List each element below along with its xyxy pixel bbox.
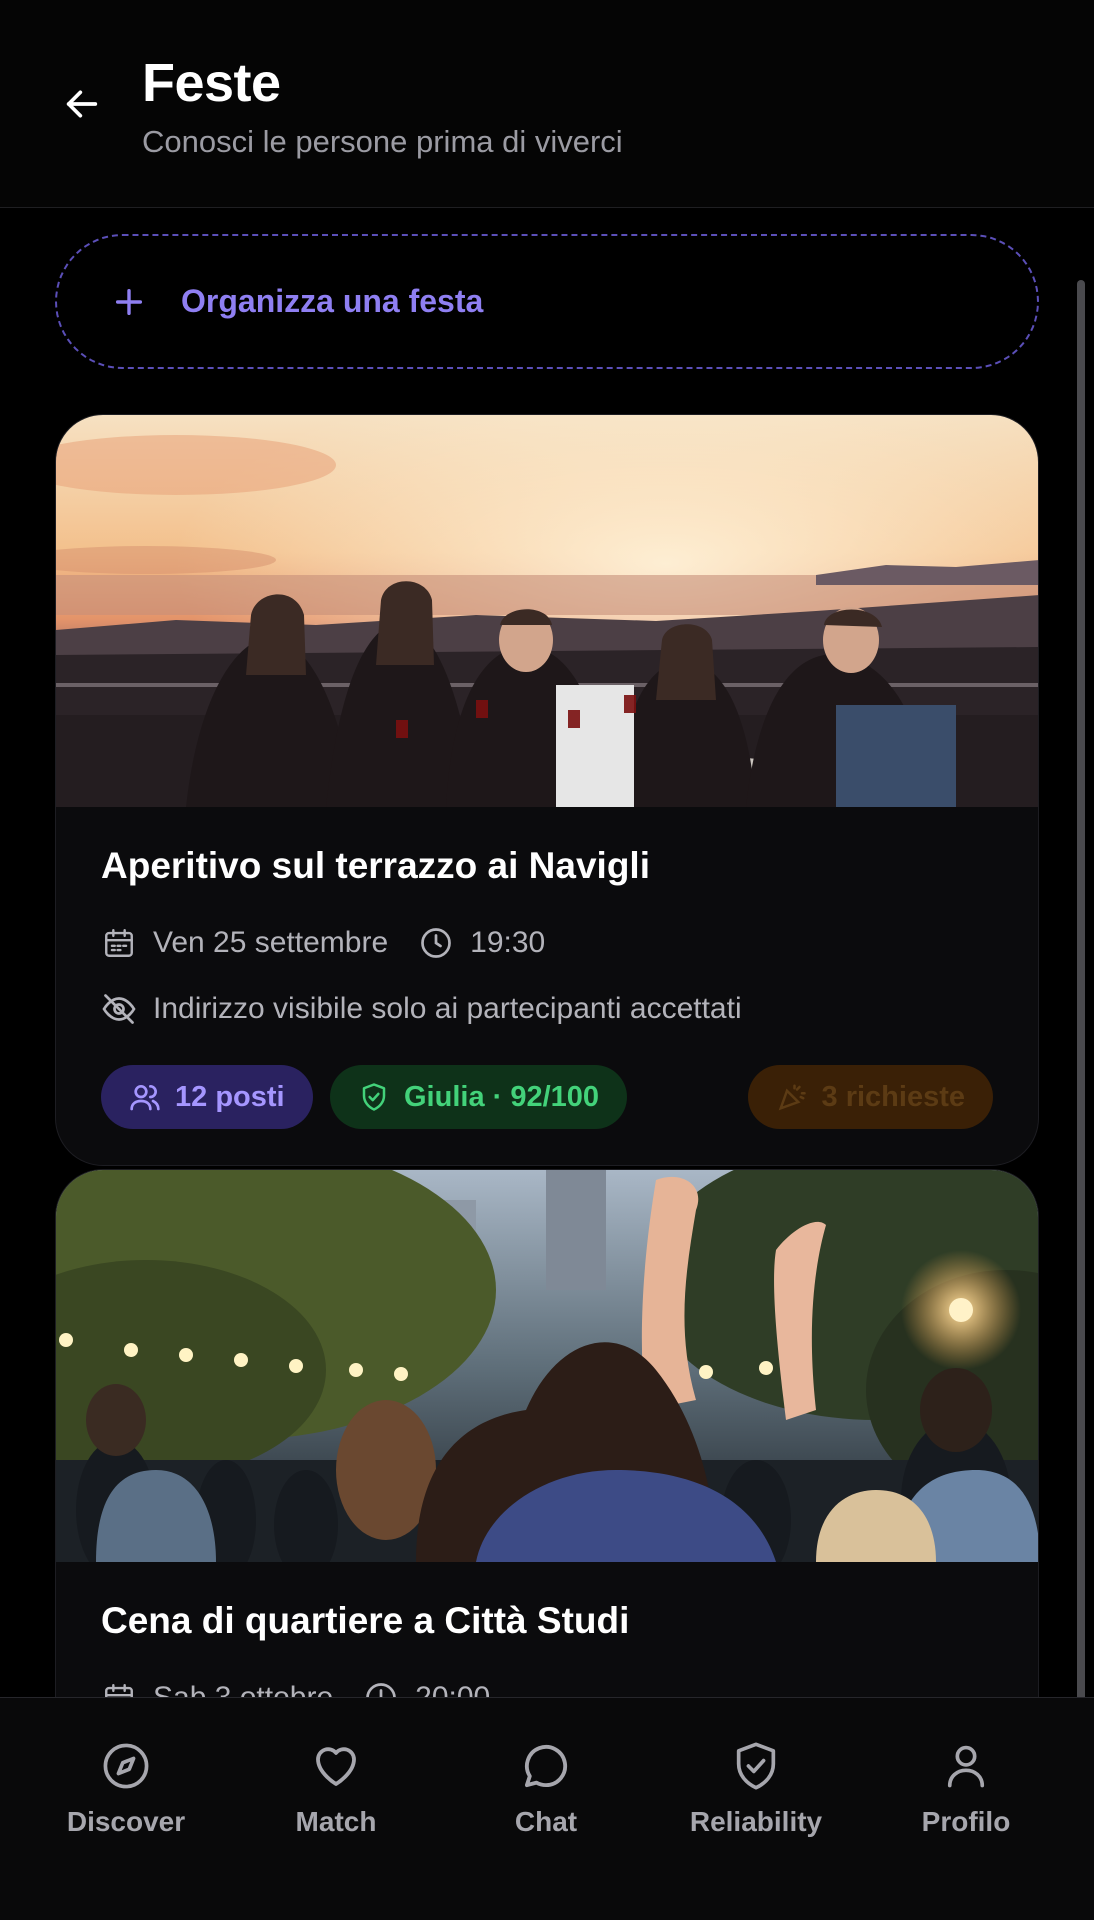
scrollbar[interactable] <box>1077 280 1085 1805</box>
eye-off-icon <box>101 991 137 1027</box>
seats-badge: 12 posti <box>101 1065 313 1129</box>
party-photo <box>56 415 1038 807</box>
tab-label: Chat <box>514 1806 578 1837</box>
page-title: Feste <box>142 53 281 113</box>
shield-check-icon <box>728 1738 784 1794</box>
calendar-icon <box>101 1680 137 1697</box>
users-icon <box>129 1081 161 1113</box>
page-subtitle: Conosci le persone prima di viverci <box>142 124 623 159</box>
organize-party-button[interactable]: Organizza una festa <box>55 234 1039 369</box>
tab-reliability[interactable]: Reliability <box>656 1738 856 1838</box>
requests-badge[interactable]: 3 richieste <box>747 1065 993 1129</box>
seats-label: 12 posti <box>175 1080 285 1113</box>
arrow-left-icon <box>66 90 98 118</box>
party-datetime: Ven 25 settembre 19:30 <box>101 925 545 961</box>
tab-discover[interactable]: Discover <box>26 1738 226 1838</box>
tab-label: Match <box>295 1806 377 1837</box>
tab-match[interactable]: Match <box>236 1738 436 1838</box>
tab-profilo[interactable]: Profilo <box>866 1738 1066 1838</box>
header: Feste Conosci le persone prima di viverc… <box>0 0 1094 208</box>
organize-party-label: Organizza una festa <box>181 283 484 319</box>
back-button[interactable] <box>56 78 108 130</box>
host-label: Giulia · 92/100 <box>404 1080 600 1113</box>
party-card[interactable]: Aperitivo sul terrazzo ai Navigli Ven 25… <box>55 414 1039 1166</box>
host-reliability-badge[interactable]: Giulia · 92/100 <box>330 1065 628 1129</box>
party-card[interactable]: Cena di quartiere a Città Studi Sab 3 ot… <box>55 1169 1039 1697</box>
heart-icon <box>308 1738 364 1794</box>
user-icon <box>938 1738 994 1794</box>
party-date: Ven 25 settembre <box>153 926 389 959</box>
bottom-tab-bar: Discover Match Chat Reliability Profilo <box>0 1697 1094 1920</box>
compass-icon <box>98 1738 154 1794</box>
party-date: Sab 3 ottobre <box>153 1681 333 1697</box>
calendar-icon <box>101 925 137 961</box>
tab-label: Discover <box>66 1806 186 1837</box>
party-name: Aperitivo sul terrazzo ai Navigli <box>101 845 650 886</box>
privacy-note: Indirizzo visibile solo ai partecipanti … <box>101 991 742 1027</box>
plus-icon <box>107 280 151 324</box>
party-time: 20:00 <box>415 1681 490 1697</box>
requests-label: 3 richieste <box>821 1080 965 1113</box>
chat-bubble-icon <box>518 1738 574 1794</box>
tab-label: Reliability <box>689 1806 823 1837</box>
party-list[interactable]: Organizza una festa Aperitivo sul terraz… <box>0 209 1094 1697</box>
privacy-note-text: Indirizzo visibile solo ai partecipanti … <box>153 992 742 1025</box>
shield-check-icon <box>358 1081 390 1113</box>
party-name: Cena di quartiere a Città Studi <box>101 1600 630 1641</box>
party-time: 19:30 <box>470 926 546 959</box>
tab-label: Profilo <box>921 1806 1011 1837</box>
clock-icon <box>418 925 454 961</box>
clock-icon <box>363 1680 399 1697</box>
party-datetime: Sab 3 ottobre 20:00 <box>101 1680 490 1697</box>
party-popper-icon <box>776 1081 808 1113</box>
party-photo <box>56 1170 1038 1562</box>
tab-chat[interactable]: Chat <box>446 1738 646 1838</box>
